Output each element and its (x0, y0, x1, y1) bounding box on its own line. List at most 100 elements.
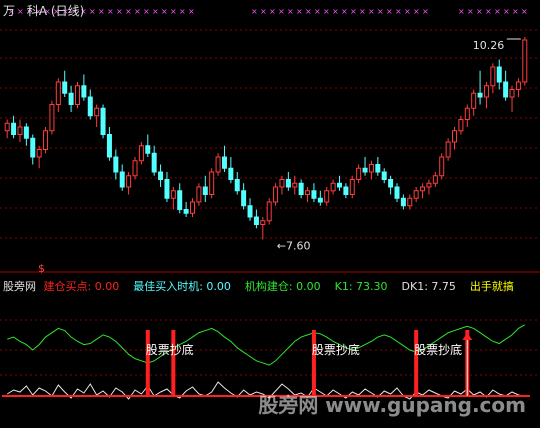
cross-marker-13: × (125, 7, 132, 16)
watermark: 股旁网 www.gupang.com (258, 393, 526, 417)
cross-marker-28: × (260, 7, 267, 16)
candle-body-9 (62, 81, 68, 94)
candle-body-1 (11, 122, 17, 135)
cross-marker-37: × (341, 7, 348, 16)
cross-marker-20: × (188, 7, 195, 16)
candle-body-53 (343, 186, 349, 195)
candle-body-72 (464, 107, 470, 120)
candle-body-66 (426, 182, 432, 188)
cross-marker-19: × (179, 7, 186, 16)
high-price-label: 10.26 (473, 39, 505, 52)
candle-body-10 (68, 92, 74, 105)
candle-body-77 (496, 66, 502, 83)
indicator-item-2: 机构建仓: 0.00 (244, 280, 321, 293)
header-stock-name: 科A (26, 4, 48, 18)
candle-body-60 (388, 179, 394, 188)
candle-body-35 (228, 167, 234, 180)
candle-body-27 (177, 190, 183, 210)
candle-body-33 (215, 156, 221, 173)
signal-label-0: 股票抄底 (146, 342, 194, 357)
candle-body-42 (273, 186, 279, 203)
cross-marker-10: × (98, 7, 105, 16)
candle-body-71 (458, 119, 464, 132)
candle-body-19 (126, 175, 132, 188)
candle-body-25 (164, 179, 170, 199)
candle-body-40 (260, 220, 266, 225)
cross-marker-44: × (404, 7, 411, 16)
candle-body-51 (330, 182, 336, 192)
cross-marker-16: × (152, 7, 159, 16)
candle-body-24 (158, 171, 164, 180)
candle-body-5 (36, 149, 42, 158)
candle-body-50 (324, 190, 330, 203)
candle-body-21 (138, 145, 144, 162)
candle-body-48 (311, 190, 317, 199)
candle-body-69 (445, 141, 451, 158)
candle-body-6 (43, 130, 49, 150)
candle-body-49 (317, 197, 323, 203)
indicator-item-5: 出手就搞 (469, 280, 514, 293)
cross-marker-32: × (296, 7, 303, 16)
candle-body-28 (183, 209, 189, 214)
candle-body-65 (420, 186, 426, 192)
cross-marker-46: × (422, 7, 429, 16)
cross-marker-45: × (413, 7, 420, 16)
candle-body-75 (483, 85, 489, 98)
candle-body-68 (439, 156, 445, 177)
cross-marker-14: × (134, 7, 141, 16)
candle-body-44 (285, 179, 291, 188)
candle-body-80 (515, 81, 521, 90)
candle-body-54 (349, 179, 355, 195)
cross-marker-17: × (161, 7, 168, 16)
candle-body-2 (17, 126, 23, 135)
candle-body-47 (305, 190, 311, 195)
candle-body-14 (94, 107, 100, 117)
candle-body-29 (190, 201, 196, 214)
candle-body-15 (100, 107, 106, 135)
candle-body-64 (413, 190, 419, 199)
candle-body-37 (241, 190, 247, 207)
cross-marker-50: × (458, 7, 465, 16)
candle-body-79 (509, 89, 515, 98)
indicator-item-0: 建仓买点: 0.00 (43, 280, 120, 293)
signal-bar-1 (171, 330, 176, 396)
cross-marker-43: × (395, 7, 402, 16)
candle-body-17 (113, 156, 119, 173)
cross-marker-38: × (350, 7, 357, 16)
cross-marker-29: × (269, 7, 276, 16)
candle-body-57 (368, 164, 374, 173)
cross-marker-15: × (143, 7, 150, 16)
candle-body-76 (490, 66, 496, 87)
candle-body-56 (362, 167, 368, 173)
indicator-item-4: DK1: 7.75 (401, 280, 456, 293)
cross-marker-53: × (485, 7, 492, 16)
candle-body-73 (471, 92, 477, 109)
candle-body-34 (221, 156, 227, 169)
indicator-item-1: 最佳买入时机: 0.00 (133, 280, 231, 293)
cross-marker-41: × (377, 7, 384, 16)
candle-body-46 (298, 182, 304, 195)
cross-marker-39: × (359, 7, 366, 16)
stock-chart-svg: × × × × × × × × × × × × × × × × × × × × × × × × × × × × × × × × × × × × × × × ×… (0, 7, 540, 400)
candle-body-45 (292, 182, 298, 188)
candle-body-12 (81, 85, 87, 98)
candle-body-52 (336, 182, 342, 188)
cross-marker-42: × (386, 7, 393, 16)
header-prefix: 万 (3, 4, 16, 18)
candle-body-23 (151, 152, 157, 173)
candle-body-32 (209, 171, 215, 195)
cross-marker-36: × (332, 7, 339, 16)
cross-marker-40: × (368, 7, 375, 16)
indicator-item-3: K1: 73.30 (334, 280, 388, 293)
candle-body-74 (477, 92, 483, 98)
candle-body-58 (375, 164, 381, 173)
signal-bar-2 (311, 330, 316, 396)
arrow-marker-0 (462, 333, 473, 340)
signal-bar-3 (414, 330, 419, 396)
header-period: (日线) (50, 4, 85, 18)
candle-body-55 (356, 167, 362, 180)
indicator-name: 股旁网 (3, 280, 36, 293)
cross-marker-11: × (107, 7, 114, 16)
cross-marker-12: × (116, 7, 123, 16)
candle-body-38 (247, 205, 253, 218)
